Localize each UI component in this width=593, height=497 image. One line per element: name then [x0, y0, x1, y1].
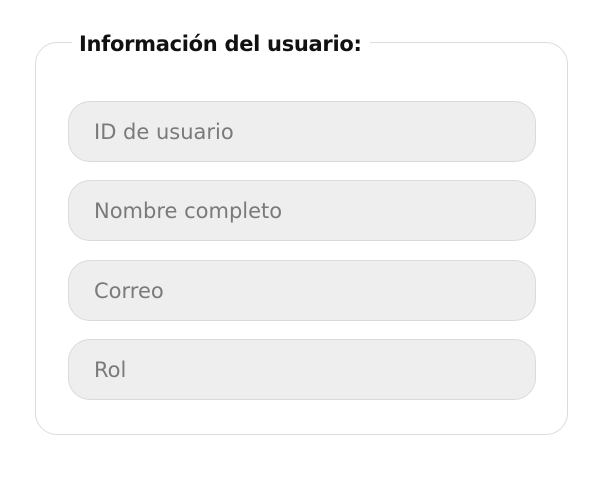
email-input[interactable]: [68, 260, 536, 321]
user-info-legend: Información del usuario:: [72, 30, 370, 58]
full-name-input[interactable]: [68, 180, 536, 241]
user-id-input[interactable]: [68, 101, 536, 162]
role-input[interactable]: [68, 339, 536, 400]
